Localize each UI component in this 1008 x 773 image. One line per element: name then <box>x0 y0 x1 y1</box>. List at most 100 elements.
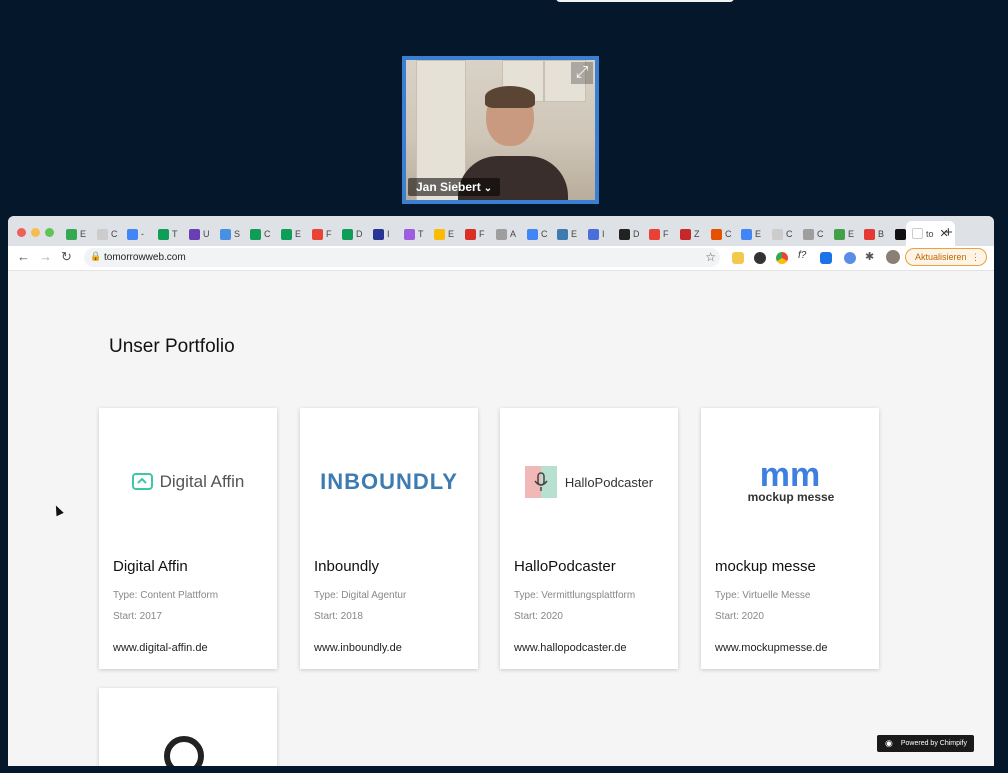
avatar[interactable] <box>886 250 900 264</box>
sheet-plus-icon <box>342 228 353 240</box>
tab-item[interactable]: A <box>496 226 516 242</box>
card-logo: Digital Affin <box>99 408 277 556</box>
portfolio-card[interactable] <box>99 688 277 766</box>
address-bar[interactable]: 🔒 tomorrowweb.com ☆ <box>84 248 720 267</box>
tab-item[interactable]: C <box>250 226 271 242</box>
browser-window: EC-TUSCEFDITEFACEIDFZCECCEBC to ✕ + ← → … <box>8 216 994 766</box>
bookmark-star-icon[interactable]: ☆ <box>705 250 716 264</box>
participant-name-label[interactable]: Jan Siebert ⌄ <box>408 178 501 196</box>
card-type: Type: Content Plattform <box>113 590 219 601</box>
tab-item[interactable]: - <box>127 226 144 242</box>
tab-item[interactable]: C <box>97 226 118 242</box>
participant-video-tile[interactable]: ⤢ Jan Siebert ⌄ <box>402 56 599 204</box>
tab-item[interactable]: Z <box>680 226 700 242</box>
back-icon[interactable]: ← <box>17 249 30 264</box>
tab-label: E <box>295 229 302 239</box>
doc-outline-icon <box>496 228 507 240</box>
tab-item[interactable]: F <box>312 226 332 242</box>
tab-item[interactable]: T <box>158 226 178 242</box>
portfolio-card[interactable]: Digital Affin Digital Affin Type: Conten… <box>99 408 277 669</box>
calendar-green-icon <box>66 228 77 240</box>
tab-label: U <box>203 229 210 239</box>
portfolio-card[interactable]: mm mockup messe mockup messe Type: Virtu… <box>701 408 879 669</box>
tab-label: F <box>663 229 669 239</box>
card-website-link[interactable]: www.mockupmesse.de <box>715 642 828 654</box>
close-window-button[interactable] <box>17 228 26 237</box>
participant-name: Jan Siebert <box>416 180 481 194</box>
tab-label: C <box>786 229 793 239</box>
tab-item[interactable]: E <box>741 226 761 242</box>
url-text[interactable]: tomorrowweb.com <box>104 252 186 263</box>
chrome-extension-icon[interactable] <box>776 252 788 264</box>
tab-item[interactable]: T <box>404 226 424 242</box>
lock-icon: 🔒 <box>90 251 102 261</box>
tab-label: D <box>356 229 363 239</box>
card-logo-text: Digital Affin <box>159 472 245 491</box>
w-green-icon <box>834 228 845 240</box>
extension-icon[interactable] <box>732 252 744 264</box>
tab-item[interactable]: E <box>557 226 577 242</box>
tab-label: I <box>387 229 390 239</box>
extension-icon[interactable] <box>754 252 766 264</box>
update-button[interactable]: Aktualisieren ⋮ <box>905 248 987 266</box>
tab-item[interactable]: C <box>527 226 548 242</box>
minimize-window-button[interactable] <box>31 228 40 237</box>
card-title: Inboundly <box>314 558 380 575</box>
extension-icon[interactable] <box>844 252 856 264</box>
card-logo-mark: mm <box>759 456 821 494</box>
globe-blue-icon <box>220 228 231 240</box>
tab-item[interactable]: E <box>66 226 86 242</box>
microphone-icon <box>524 466 557 498</box>
tab-item[interactable]: D <box>342 226 363 242</box>
reload-icon[interactable]: ↻ <box>61 249 72 265</box>
tab-item[interactable]: E <box>434 226 454 242</box>
tab-item[interactable]: F <box>465 226 485 242</box>
chevron-down-icon[interactable]: ⌄ <box>484 183 492 194</box>
tab-favicon-icon <box>912 228 923 239</box>
new-tab-button[interactable]: + <box>944 224 953 241</box>
card-logo-text: INBOUNDLY <box>320 469 458 494</box>
person-hair <box>485 86 535 108</box>
powered-by-badge[interactable]: ◉ Powered by Chimpify <box>877 735 974 752</box>
tab-item[interactable]: C <box>803 226 824 242</box>
tab-item[interactable]: C <box>711 226 732 242</box>
tab-label: C <box>725 229 732 239</box>
card-website-link[interactable]: www.hallopodcaster.de <box>514 642 627 654</box>
tab-label: C <box>817 229 824 239</box>
portfolio-card[interactable]: INBOUNDLY Inboundly Type: Digital Agentu… <box>300 408 478 669</box>
tab-label: - <box>141 229 144 239</box>
c-red-icon <box>680 228 691 240</box>
card-website-link[interactable]: www.inboundly.de <box>314 642 402 654</box>
puzzle-icon[interactable]: ✱ <box>865 250 877 263</box>
video-extension-icon[interactable] <box>820 252 832 264</box>
card-logo: INBOUNDLY <box>300 408 478 556</box>
tab-item[interactable]: S <box>220 226 240 242</box>
portfolio-card[interactable]: HalloPodcaster HalloPodcaster Type: Verm… <box>500 408 678 669</box>
card-website-link[interactable]: www.digital-affin.de <box>113 642 208 654</box>
camera-colored-icon <box>649 228 660 240</box>
tab-item[interactable]: B <box>864 226 884 242</box>
tab-item[interactable]: E <box>281 226 301 242</box>
arrow-blue-icon <box>373 228 384 240</box>
forward-icon[interactable]: → <box>39 249 52 264</box>
tab-item[interactable]: I <box>373 226 390 242</box>
card-logo-text: mockup messe <box>747 490 835 504</box>
tab-item[interactable]: D <box>619 226 640 242</box>
menu-dots-icon[interactable]: ⋮ <box>971 249 980 265</box>
expand-icon[interactable]: ⤢ <box>571 62 593 84</box>
top-pill <box>556 0 734 2</box>
browser-toolbar: ← → ↻ 🔒 tomorrowweb.com ☆ f? ✱ Aktualisi… <box>8 246 994 271</box>
doc-blue-icon <box>527 228 538 240</box>
sheet-plus-icon <box>250 228 261 240</box>
tab-label: B <box>878 229 885 239</box>
tab-item[interactable]: I <box>588 226 605 242</box>
tab-item[interactable]: F <box>649 226 669 242</box>
tab-item[interactable]: U <box>189 226 210 242</box>
powered-by-text: Powered by Chimpify <box>900 740 967 747</box>
tab-item[interactable]: E <box>834 226 854 242</box>
maximize-window-button[interactable] <box>45 228 54 237</box>
calendar-18-icon <box>127 228 138 240</box>
function-extension-icon[interactable]: f? <box>798 250 810 262</box>
tab-item[interactable]: C <box>772 226 793 242</box>
tab-label: E <box>80 229 87 239</box>
